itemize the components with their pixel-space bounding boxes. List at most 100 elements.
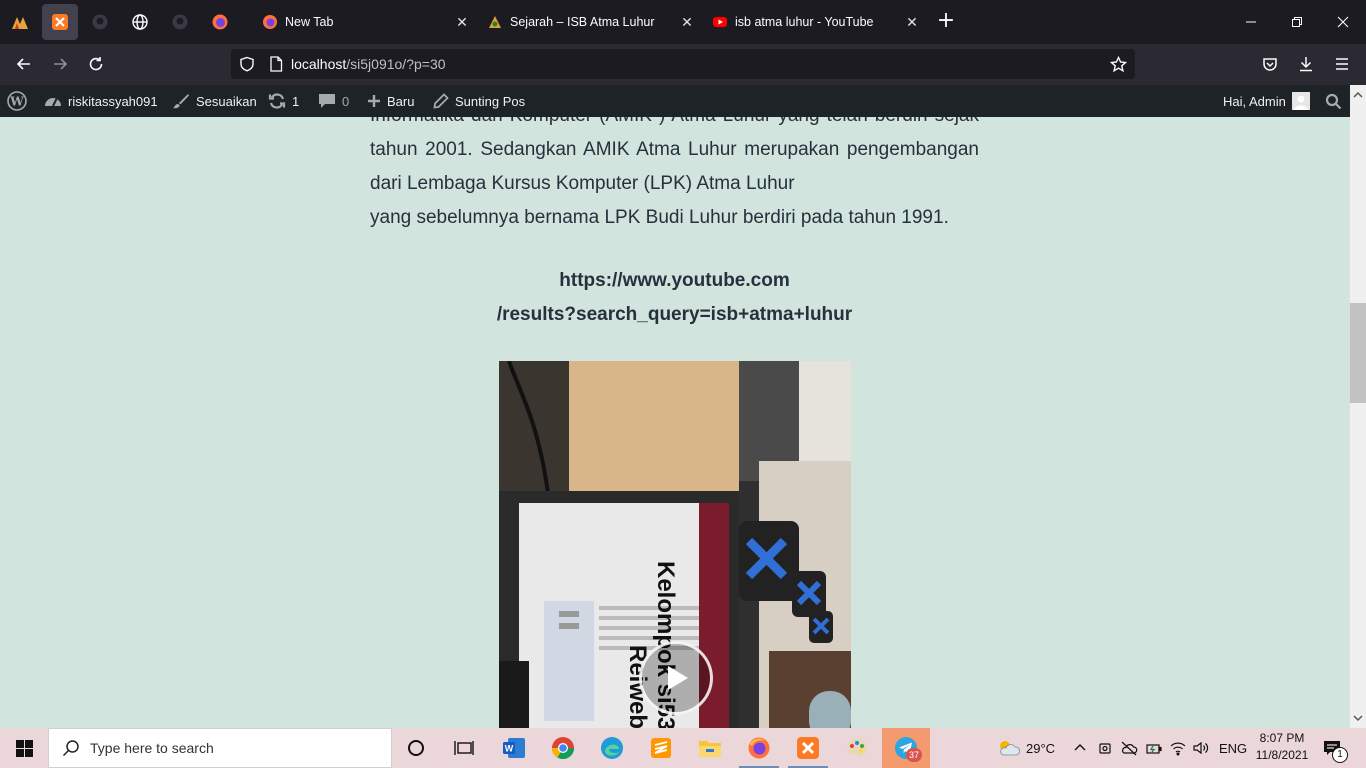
plus-icon	[368, 95, 380, 107]
wp-customize[interactable]: Sesuaikan	[172, 85, 257, 117]
taskbar-file-explorer[interactable]	[686, 728, 734, 768]
wordpress-logo-icon: W	[7, 91, 27, 111]
pinned-tab-app[interactable]	[2, 4, 38, 40]
app-logo-icon	[12, 17, 28, 29]
bookmark-star-icon[interactable]	[1110, 55, 1127, 73]
paragraph-last-line: yang sebelumnya bernama LPK Budi Luhur b…	[370, 207, 949, 228]
close-icon[interactable]: ✕	[677, 14, 697, 31]
wp-admin-bar: W riskitassyah091 Sesuaikan 1 0 Baru Sun…	[0, 85, 1366, 117]
taskbar-chrome[interactable]	[539, 728, 587, 768]
windows-logo-icon	[15, 739, 33, 757]
word-icon: W	[503, 738, 525, 758]
site-logo-icon	[489, 16, 501, 28]
url-text: localhost/si5j091o/?p=30	[291, 56, 446, 72]
taskbar-xampp[interactable]	[784, 728, 832, 768]
address-bar[interactable]: localhost/si5j091o/?p=30	[231, 49, 1135, 79]
pinned-tab-firefox[interactable]	[202, 4, 238, 40]
pencil-icon	[433, 93, 449, 109]
pocket-icon	[1263, 58, 1277, 71]
taskbar-telegram[interactable]: 37	[882, 728, 930, 768]
reload-button[interactable]	[82, 50, 110, 78]
pinned-tab-github[interactable]	[82, 4, 118, 40]
action-center-button[interactable]: 1	[1322, 728, 1348, 768]
wp-updates[interactable]: 1	[268, 85, 299, 117]
task-view-button[interactable]	[440, 728, 488, 768]
chrome-icon	[552, 737, 574, 759]
restore-icon	[1292, 17, 1302, 27]
video-thumbnail[interactable]: Kelompok si53 Reiweb	[499, 361, 851, 728]
tab-youtube[interactable]: isb atma luhur - YouTube ✕	[702, 4, 922, 40]
close-icon[interactable]: ✕	[452, 14, 472, 31]
tray-battery[interactable]	[1145, 728, 1163, 768]
tray-wifi[interactable]	[1169, 728, 1187, 768]
page-scrollbar[interactable]	[1350, 85, 1366, 728]
page-viewport: Informatika dan Komputer (AMIK ) Atma Lu…	[0, 117, 1350, 728]
wp-site-name[interactable]: riskitassyah091	[44, 85, 158, 117]
scrollbar-thumb[interactable]	[1350, 303, 1366, 403]
wp-edit-post[interactable]: Sunting Pos	[433, 85, 525, 117]
wp-comments[interactable]: 0	[318, 85, 349, 117]
minimize-icon	[1246, 21, 1256, 23]
arrow-left-icon	[16, 58, 30, 70]
tray-device-icon[interactable]	[1097, 728, 1113, 768]
tab-new-tab[interactable]: New Tab ✕	[252, 4, 472, 40]
menu-button[interactable]	[1328, 50, 1356, 78]
scroll-down-icon[interactable]	[1350, 710, 1366, 726]
tab-title: Sejarah – ISB Atma Luhur	[510, 15, 655, 29]
taskbar-search-box[interactable]: Type here to search	[48, 728, 392, 768]
search-icon	[62, 740, 79, 757]
wp-account-menu[interactable]: Hai, Admin	[1223, 85, 1310, 117]
url-host: localhost	[291, 56, 347, 72]
github-icon	[92, 14, 108, 30]
tab-sejarah[interactable]: Sejarah – ISB Atma Luhur ✕	[477, 4, 697, 40]
avatar	[1291, 92, 1310, 110]
link-line-1: https://www.youtube.com	[559, 270, 790, 291]
shield-icon	[240, 56, 254, 72]
wp-logo-menu[interactable]: W	[7, 85, 27, 117]
weather-widget[interactable]: 29°C	[996, 728, 1055, 768]
tray-volume[interactable]	[1192, 728, 1210, 768]
youtube-embed-link[interactable]: https://www.youtube.com /results?search_…	[370, 264, 979, 332]
task-view-icon	[454, 741, 474, 755]
scroll-up-icon[interactable]	[1350, 87, 1366, 103]
close-window-button[interactable]	[1320, 0, 1366, 44]
taskbar-paint[interactable]	[833, 728, 881, 768]
wp-search[interactable]	[1325, 85, 1342, 117]
pinned-tab-xampp[interactable]	[42, 4, 78, 40]
forward-button[interactable]	[46, 50, 74, 78]
play-button[interactable]	[639, 641, 713, 715]
wifi-icon	[1170, 742, 1186, 756]
tab-title: New Tab	[285, 15, 334, 29]
taskbar-word[interactable]: W	[490, 728, 538, 768]
taskbar-sublime[interactable]	[637, 728, 685, 768]
link-line-2: /results?search_query=isb+atma+luhur	[496, 304, 853, 325]
folder-icon	[699, 741, 721, 757]
new-tab-button[interactable]: +	[934, 10, 958, 34]
restore-button[interactable]	[1274, 0, 1320, 44]
close-icon[interactable]: ✕	[902, 14, 922, 31]
comments-count: 0	[342, 93, 350, 109]
taskbar-firefox[interactable]	[735, 728, 783, 768]
article-paragraph: Informatika dan Komputer (AMIK ) Atma Lu…	[370, 117, 979, 235]
wp-new-content[interactable]: Baru	[367, 85, 414, 117]
start-button[interactable]	[0, 728, 48, 768]
pocket-button[interactable]	[1256, 50, 1284, 78]
cortana-button[interactable]	[392, 728, 440, 768]
url-path: /si5j091o/?p=30	[346, 56, 446, 72]
dashboard-gauge-icon	[45, 98, 61, 107]
download-icon	[1300, 57, 1312, 72]
pinned-tab-github-2[interactable]	[162, 4, 198, 40]
pinned-tab-web[interactable]	[122, 4, 158, 40]
camera-icon	[1099, 743, 1111, 754]
language-label: ENG	[1219, 740, 1248, 756]
show-hidden-icons-button[interactable]	[1072, 728, 1088, 768]
tray-onedrive[interactable]	[1120, 728, 1138, 768]
arrow-right-icon	[54, 58, 68, 70]
taskbar-clock[interactable]: 8:07 PM 11/8/2021	[1250, 730, 1314, 764]
tray-language[interactable]: ENG	[1219, 728, 1247, 768]
taskbar-edge[interactable]	[588, 728, 636, 768]
paragraph-text: Informatika dan Komputer (AMIK ) Atma Lu…	[370, 117, 979, 194]
downloads-button[interactable]	[1292, 50, 1320, 78]
minimize-button[interactable]	[1228, 0, 1274, 44]
back-button[interactable]	[10, 50, 38, 78]
